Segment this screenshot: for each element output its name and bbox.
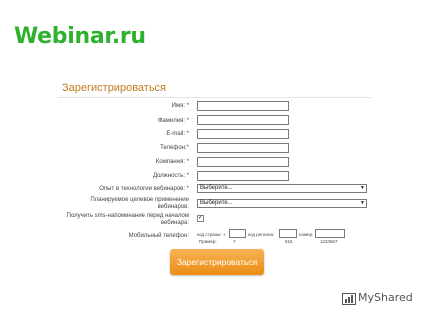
planned-use-select[interactable]: Выберите... ▼	[197, 199, 367, 208]
form-title: Зарегистрироваться	[62, 82, 167, 94]
experience-label: Опыт в технологии вебинаров: *	[99, 186, 189, 192]
site-logo: Webinar.ru	[14, 24, 146, 49]
number-input[interactable]	[315, 229, 345, 238]
planned-use-label-line1: Планируемое целевое применение	[90, 197, 189, 203]
example-number: 1234567	[320, 239, 338, 244]
first-name-label: Имя: *	[171, 103, 189, 109]
position-label: Должность: *	[152, 173, 189, 179]
last-name-label: Фамилия: *	[157, 118, 189, 124]
position-input[interactable]	[197, 171, 289, 181]
first-name-input[interactable]	[197, 101, 289, 111]
company-input[interactable]	[197, 157, 289, 167]
reminder-checkbox[interactable]: ✓	[197, 215, 204, 222]
experience-select[interactable]: Выберите... ▼	[197, 184, 367, 193]
reminder-label-line2: вебинара:	[160, 220, 189, 226]
title-divider	[58, 97, 372, 98]
planned-use-label-line2: вебинаров:	[157, 204, 189, 210]
email-label: E-mail: *	[166, 131, 189, 137]
example-region-code: 916	[285, 239, 293, 244]
watermark: MyShared	[358, 291, 413, 304]
planned-use-select-value: Выберите...	[200, 200, 233, 206]
country-code-caption: код страны: +	[197, 232, 226, 237]
experience-select-value: Выберите...	[200, 185, 233, 191]
number-caption: номер:	[299, 232, 314, 237]
reminder-label-line1: Получить sms-напоминание перед началом	[66, 213, 189, 219]
email-input[interactable]	[197, 129, 289, 139]
phone-label: Телефон:*	[160, 145, 189, 151]
mobile-phone-label: Мобильный телефон:	[128, 233, 189, 239]
example-country-code: 7	[233, 239, 236, 244]
company-label: Компания: *	[155, 159, 189, 165]
last-name-input[interactable]	[197, 115, 289, 125]
region-code-input[interactable]	[279, 229, 297, 238]
myshared-logo-icon	[342, 293, 356, 305]
dropdown-arrow-icon: ▼	[360, 185, 365, 191]
example-label: Пример:	[199, 239, 217, 244]
dropdown-arrow-icon: ▼	[360, 200, 365, 206]
phone-input[interactable]	[197, 143, 289, 153]
region-code-caption: код региона:	[248, 232, 275, 237]
register-button[interactable]: Зарегистрироваться	[170, 249, 264, 275]
country-code-input[interactable]	[229, 229, 246, 238]
